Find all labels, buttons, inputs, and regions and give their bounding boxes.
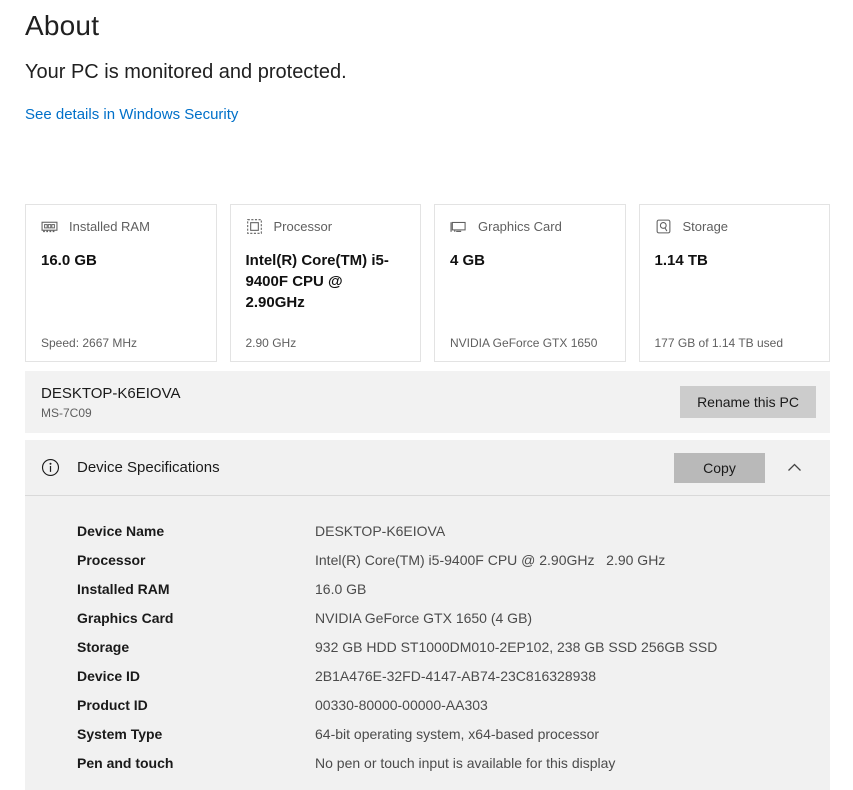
spec-row-product-id: Product ID 00330-80000-00000-AA303 — [77, 691, 830, 720]
chevron-up-icon[interactable] — [774, 453, 814, 483]
spec-value: Intel(R) Core(TM) i5-9400F CPU @ 2.90GHz… — [315, 546, 830, 575]
card-label: Graphics Card — [478, 219, 562, 234]
spec-label: Installed RAM — [77, 575, 315, 604]
gpu-footer: NVIDIA GeForce GTX 1650 — [450, 335, 610, 351]
ram-value: 16.0 GB — [41, 250, 201, 271]
spec-value: 16.0 GB — [315, 575, 830, 604]
spec-row-system-type: System Type 64-bit operating system, x64… — [77, 720, 830, 749]
spec-row-device-name: Device Name DESKTOP-K6EIOVA — [77, 517, 830, 546]
spec-label: Storage — [77, 633, 315, 662]
rename-pc-button[interactable]: Rename this PC — [680, 386, 816, 418]
processor-icon — [246, 218, 263, 235]
copy-button[interactable]: Copy — [674, 453, 765, 483]
spec-label: System Type — [77, 720, 315, 749]
spec-value: 2B1A476E-32FD-4147-AB74-23C816328938 — [315, 662, 830, 691]
spec-row-device-id: Device ID 2B1A476E-32FD-4147-AB74-23C816… — [77, 662, 830, 691]
storage-footer: 177 GB of 1.14 TB used — [655, 335, 815, 351]
card-label: Installed RAM — [69, 219, 150, 234]
page-title: About — [25, 6, 830, 46]
device-name-row: DESKTOP-K6EIOVA MS-7C09 Rename this PC — [25, 371, 830, 433]
spec-value: NVIDIA GeForce GTX 1650 (4 GB) — [315, 604, 830, 633]
card-label: Storage — [683, 219, 729, 234]
processor-value: Intel(R) Core(TM) i5-9400F CPU @ 2.90GHz — [246, 250, 406, 313]
device-name-block: DESKTOP-K6EIOVA MS-7C09 — [41, 384, 181, 420]
storage-value: 1.14 TB — [655, 250, 815, 271]
spec-row-pen-and-touch: Pen and touch No pen or touch input is a… — [77, 749, 830, 778]
spec-label: Device ID — [77, 662, 315, 691]
storage-icon — [655, 218, 672, 235]
device-specifications-title: Device Specifications — [77, 459, 674, 476]
graphics-card-card: Graphics Card 4 GB NVIDIA GeForce GTX 16… — [434, 204, 626, 362]
spec-row-graphics-card: Graphics Card NVIDIA GeForce GTX 1650 (4… — [77, 604, 830, 633]
info-icon — [41, 458, 60, 477]
protection-status-text: Your PC is monitored and protected. — [25, 59, 830, 85]
spec-row-installed-ram: Installed RAM 16.0 GB — [77, 575, 830, 604]
spec-label: Pen and touch — [77, 749, 315, 778]
ram-icon — [41, 218, 58, 235]
processor-card: Processor Intel(R) Core(TM) i5-9400F CPU… — [230, 204, 422, 362]
ram-footer: Speed: 2667 MHz — [41, 335, 201, 351]
spec-label: Device Name — [77, 517, 315, 546]
spec-label: Processor — [77, 546, 315, 575]
storage-card: Storage 1.14 TB 177 GB of 1.14 TB used — [639, 204, 831, 362]
about-page: About Your PC is monitored and protected… — [0, 0, 853, 790]
processor-footer: 2.90 GHz — [246, 335, 406, 351]
installed-ram-card: Installed RAM 16.0 GB Speed: 2667 MHz — [25, 204, 217, 362]
windows-security-link[interactable]: See details in Windows Security — [25, 106, 238, 123]
device-specifications-header[interactable]: Device Specifications Copy — [25, 440, 830, 496]
gpu-icon — [450, 218, 467, 235]
spec-label: Product ID — [77, 691, 315, 720]
spec-value: DESKTOP-K6EIOVA — [315, 517, 830, 546]
gpu-value: 4 GB — [450, 250, 610, 271]
spec-row-storage: Storage 932 GB HDD ST1000DM010-2EP102, 2… — [77, 633, 830, 662]
device-specifications-section: Device Specifications Copy Device Name D… — [25, 440, 830, 790]
device-specifications-table: Device Name DESKTOP-K6EIOVA Processor In… — [25, 496, 830, 790]
card-label: Processor — [274, 219, 333, 234]
spec-value: 00330-80000-00000-AA303 — [315, 691, 830, 720]
spec-value: 64-bit operating system, x64-based proce… — [315, 720, 830, 749]
spec-row-processor: Processor Intel(R) Core(TM) i5-9400F CPU… — [77, 546, 830, 575]
spec-cards-row: Installed RAM 16.0 GB Speed: 2667 MHz Pr… — [25, 204, 830, 362]
device-name: DESKTOP-K6EIOVA — [41, 384, 181, 403]
device-model: MS-7C09 — [41, 406, 181, 420]
spec-label: Graphics Card — [77, 604, 315, 633]
spec-value: No pen or touch input is available for t… — [315, 749, 830, 778]
spec-value: 932 GB HDD ST1000DM010-2EP102, 238 GB SS… — [315, 633, 830, 662]
